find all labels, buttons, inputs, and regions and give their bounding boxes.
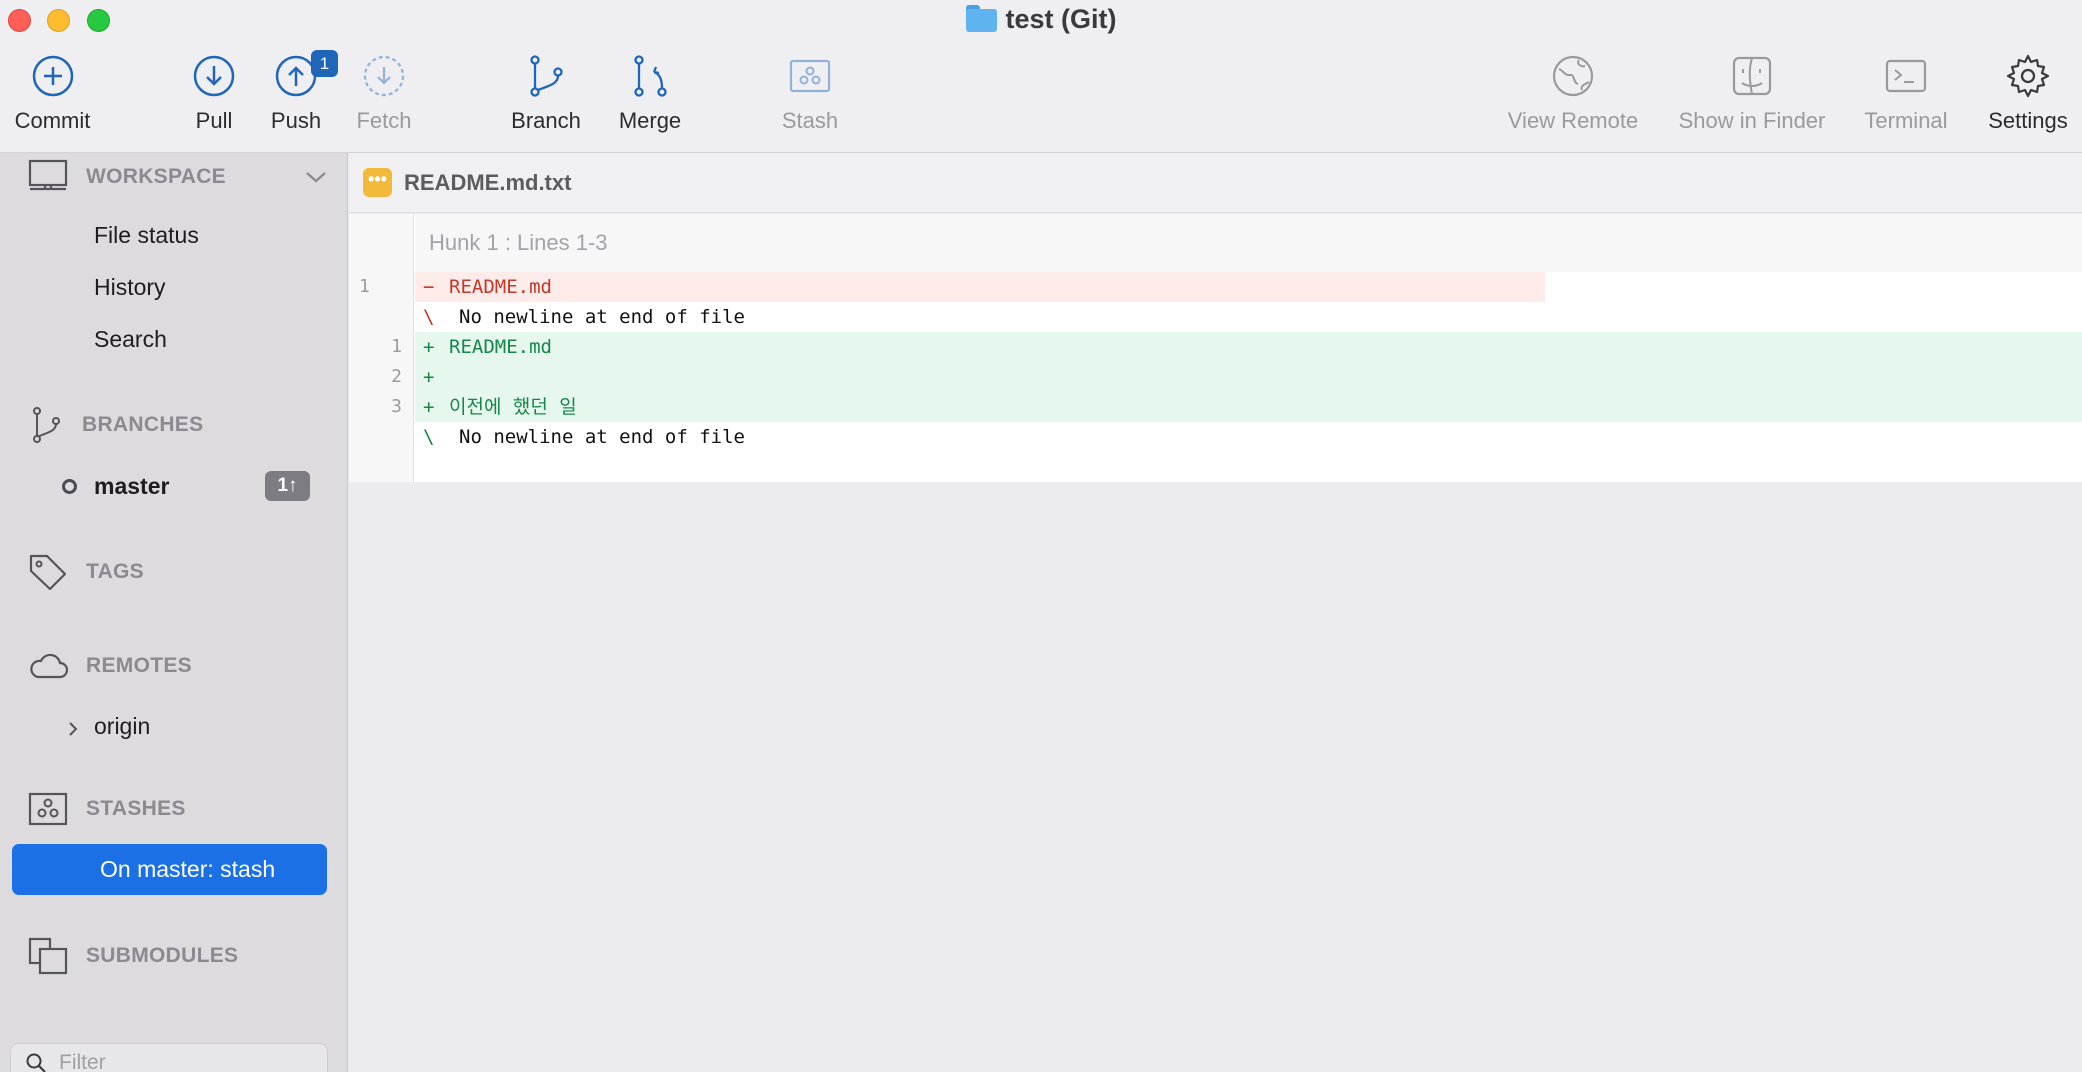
push-button[interactable]: 1 Push bbox=[268, 50, 338, 134]
diff-line-text: README.md bbox=[449, 336, 552, 358]
submodules-label: SUBMODULES bbox=[86, 944, 239, 967]
view-remote-button[interactable]: View Remote bbox=[1503, 52, 1643, 134]
finder-icon bbox=[1732, 56, 1772, 96]
pull-button[interactable]: Pull bbox=[188, 52, 240, 134]
branches-section-header[interactable]: BRANCHES bbox=[28, 405, 328, 445]
terminal-button[interactable]: Terminal bbox=[1862, 52, 1950, 134]
sidebar-item-stash[interactable]: On master: stash bbox=[12, 844, 327, 895]
cloud-icon bbox=[30, 653, 68, 679]
monitor-icon bbox=[28, 159, 68, 191]
diff-line[interactable]: \ No newline at end of file bbox=[349, 422, 2082, 452]
settings-button[interactable]: Settings bbox=[1984, 52, 2072, 134]
fetch-label: Fetch bbox=[356, 108, 412, 133]
diff-line-text: No newline at end of file bbox=[459, 426, 745, 448]
diff-marker: − bbox=[423, 276, 435, 298]
push-count-badge: 1 bbox=[311, 50, 338, 77]
window-toolbar: test (Git) Commit Pull 1 Push Fetch Bran… bbox=[0, 0, 2082, 153]
stash-label: Stash bbox=[781, 108, 839, 133]
submodules-section-header[interactable]: SUBMODULES bbox=[28, 936, 328, 976]
new-line-number: 1 bbox=[391, 336, 402, 357]
sidebar-item-file-status[interactable]: File status bbox=[94, 222, 199, 249]
hunk-header: Hunk 1 : Lines 1-3 bbox=[415, 214, 2082, 272]
search-icon bbox=[26, 1053, 46, 1072]
diff-line-text: README.md bbox=[449, 276, 552, 298]
ahead-count-badge: 1↑ bbox=[265, 471, 310, 501]
dashed-arrow-down-circle-icon bbox=[363, 55, 405, 97]
diff-panel: ••• README.md.txt Hunk 1 : Lines 1-3 1 −… bbox=[349, 153, 2082, 1072]
push-label: Push bbox=[270, 108, 322, 133]
branch-button[interactable]: Branch bbox=[508, 52, 584, 134]
diff-line[interactable]: 2 + bbox=[349, 362, 2082, 392]
tags-label: TAGS bbox=[86, 560, 144, 583]
stashes-label: STASHES bbox=[86, 797, 186, 820]
chevron-right-icon[interactable] bbox=[67, 720, 79, 738]
view-remote-label: View Remote bbox=[1507, 108, 1639, 133]
branches-label: BRANCHES bbox=[82, 413, 204, 436]
window-title: test (Git) bbox=[0, 4, 2082, 35]
branch-icon bbox=[33, 407, 60, 443]
diff-line[interactable]: \ No newline at end of file bbox=[349, 302, 2082, 332]
terminal-icon bbox=[1885, 59, 1927, 93]
commit-label: Commit bbox=[14, 108, 91, 133]
diff-line-text: No newline at end of file bbox=[459, 306, 745, 328]
window-title-text: test (Git) bbox=[1005, 4, 1117, 34]
branch-icon bbox=[530, 55, 563, 97]
fetch-button[interactable]: Fetch bbox=[352, 52, 416, 134]
gear-icon bbox=[2006, 54, 2050, 98]
arrow-down-circle-icon bbox=[193, 55, 235, 97]
merge-label: Merge bbox=[618, 108, 682, 133]
diff-line[interactable]: 1 + README.md bbox=[349, 332, 2082, 362]
chevron-down-icon[interactable] bbox=[304, 169, 328, 185]
file-header: ••• README.md.txt bbox=[349, 153, 2082, 213]
file-name: README.md.txt bbox=[404, 169, 572, 195]
sidebar: WORKSPACE File status History Search BRA… bbox=[0, 153, 348, 1072]
globe-icon bbox=[1552, 55, 1594, 97]
sidebar-item-history[interactable]: History bbox=[94, 274, 166, 301]
sidebar-filter[interactable] bbox=[10, 1043, 328, 1072]
show-in-finder-label: Show in Finder bbox=[1678, 108, 1826, 133]
sidebar-item-search[interactable]: Search bbox=[94, 326, 167, 353]
stash-box-icon bbox=[28, 792, 68, 826]
stash-button[interactable]: Stash bbox=[778, 52, 842, 134]
diff-view[interactable]: Hunk 1 : Lines 1-3 1 − README.md \ No ne… bbox=[349, 214, 2082, 482]
diff-marker: \ bbox=[423, 306, 435, 328]
old-line-number: 1 bbox=[359, 276, 370, 297]
diff-line[interactable]: 3 + 이전에 했던 일 bbox=[349, 392, 2082, 422]
current-branch-indicator bbox=[62, 479, 77, 494]
new-line-number: 2 bbox=[391, 366, 402, 387]
merge-icon bbox=[634, 55, 667, 97]
commit-button[interactable]: Commit bbox=[10, 52, 95, 134]
show-in-finder-button[interactable]: Show in Finder bbox=[1674, 52, 1830, 134]
diff-marker: + bbox=[423, 396, 435, 418]
diff-marker: + bbox=[423, 336, 435, 358]
branch-label: Branch bbox=[511, 108, 581, 133]
tag-icon bbox=[29, 554, 67, 591]
diff-marker: \ bbox=[423, 426, 435, 448]
stashes-section-header[interactable]: STASHES bbox=[28, 789, 328, 829]
diff-line-text: 이전에 했던 일 bbox=[449, 396, 577, 418]
sidebar-item-master[interactable]: master bbox=[94, 473, 169, 500]
workspace-label: WORKSPACE bbox=[86, 165, 226, 188]
terminal-label: Terminal bbox=[1864, 108, 1948, 133]
sidebar-item-origin[interactable]: origin bbox=[94, 713, 150, 740]
stash-box-icon bbox=[789, 59, 831, 93]
filter-input[interactable] bbox=[59, 1051, 309, 1072]
remotes-section-header[interactable]: REMOTES bbox=[28, 646, 328, 686]
settings-label: Settings bbox=[1988, 108, 2068, 133]
submodule-icon bbox=[28, 937, 68, 975]
workspace-section-header[interactable]: WORKSPACE bbox=[28, 157, 328, 197]
plus-circle-icon bbox=[32, 55, 73, 97]
diff-line[interactable]: 1 − README.md bbox=[349, 272, 2082, 302]
modified-file-icon: ••• bbox=[363, 168, 392, 197]
pull-label: Pull bbox=[195, 108, 233, 133]
diff-marker: + bbox=[423, 366, 435, 388]
folder-icon bbox=[965, 5, 997, 32]
tags-section-header[interactable]: TAGS bbox=[28, 552, 328, 592]
remotes-label: REMOTES bbox=[86, 654, 192, 677]
merge-button[interactable]: Merge bbox=[616, 52, 684, 134]
new-line-number: 3 bbox=[391, 396, 402, 417]
